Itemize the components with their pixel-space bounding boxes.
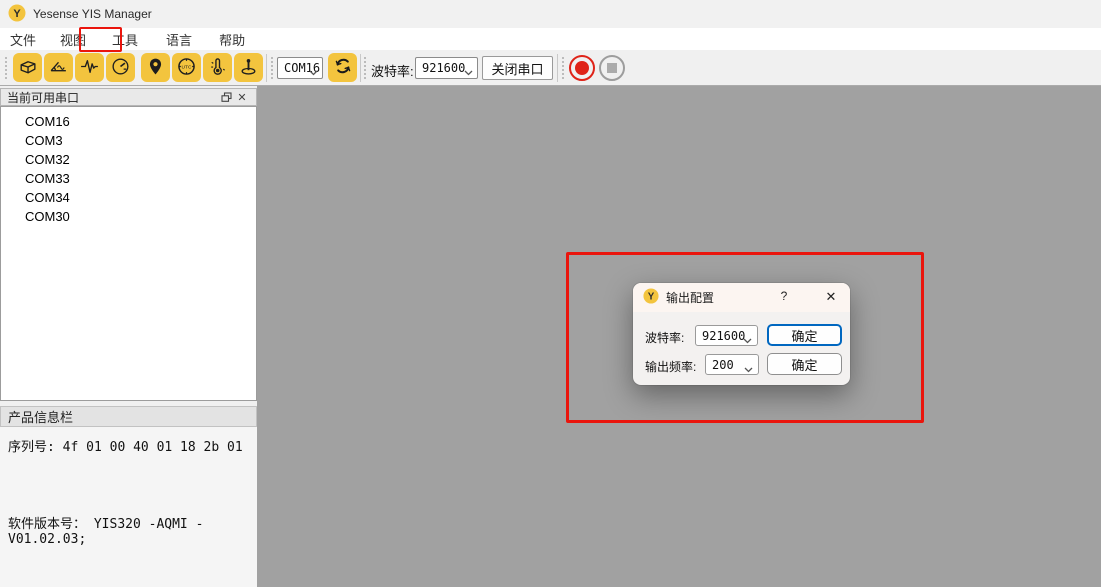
dialog-baud-select[interactable]: 921600 [695,325,758,346]
dialog-freq-select[interactable]: 200 [705,354,759,375]
workspace: 当前可用串口 ✕ COM16 COM3 COM32 COM33 COM34 CO… [0,86,1101,587]
menu-help[interactable]: 帮助 [211,28,253,51]
window-titlebar: Y Yesense YIS Manager [0,0,1101,28]
cube-icon [17,56,38,80]
close-serial-port-button[interactable]: 关闭串口 [482,56,553,80]
stop-icon [607,63,617,73]
serial-number-line: 序列号: 4f 01 00 40 01 18 2b 01 [8,436,243,455]
dock-header: 当前可用串口 ✕ [0,88,257,106]
thermometer-icon [207,56,228,80]
output-config-dialog: Y 输出配置 ? ✕ 波特率: 921600 确定 输出频率: 200 确定 [633,283,850,385]
dialog-freq-ok-button[interactable]: 确定 [767,353,842,375]
port-list-item[interactable]: COM34 [1,188,256,207]
utc-time-button[interactable]: UTC [172,53,201,82]
menu-language[interactable]: 语言 [158,28,200,51]
serial-number-value: 4f 01 00 40 01 18 2b 01 [63,440,243,455]
refresh-icon [333,56,353,79]
dialog-freq-ok-label: 确定 [791,355,817,374]
port-list-item[interactable]: COM30 [1,207,256,226]
dock-close-button[interactable]: ✕ [234,90,250,104]
dialog-titlebar: Y 输出配置 [633,283,850,312]
chevron-down-icon [309,65,318,79]
joystick-icon [238,56,259,80]
menu-tools[interactable]: 工具 [104,28,146,51]
record-button[interactable] [569,55,595,81]
product-info-title: 产品信息栏 [8,407,73,426]
chevron-down-icon [464,65,473,79]
app-logo-icon: Y [8,4,26,25]
angle-wave-icon [48,56,69,80]
chevron-down-icon [744,362,753,376]
toolbar-separator [266,54,267,82]
location-button[interactable] [141,53,170,82]
dialog-close-button[interactable]: ✕ [822,288,840,306]
toolbar-separator [360,54,361,82]
menubar: 文件 视图 工具 语言 帮助 [0,28,1101,50]
dialog-help-button[interactable]: ? [776,289,792,305]
product-info-header: 产品信息栏 [0,406,257,427]
location-pin-icon [145,56,166,80]
available-ports-list[interactable]: COM16 COM3 COM32 COM33 COM34 COM30 [0,106,257,401]
dialog-freq-value: 200 [712,358,734,372]
toolbar-grip[interactable] [363,56,367,80]
temperature-button[interactable] [203,53,232,82]
product-info-body: 序列号: 4f 01 00 40 01 18 2b 01 软件版本号： YIS3… [0,427,257,587]
serial-number-label: 序列号: [8,440,55,455]
toolbar-grip[interactable] [270,56,274,80]
waveform-icon [79,56,100,80]
dock-title: 当前可用串口 [7,89,79,106]
utc-clock-icon: UTC [176,56,197,80]
dialog-baud-ok-label: 确定 [791,326,817,345]
menu-view[interactable]: 视图 [52,28,94,51]
toolbar-grip[interactable] [561,56,565,80]
port-list-item[interactable]: COM3 [1,131,256,150]
chevron-down-icon [743,333,752,347]
dialog-baud-label: 波特率: [645,329,684,346]
toolbar-grip[interactable] [4,56,8,80]
baud-rate-select[interactable]: 921600 [415,57,478,79]
waveform-button[interactable] [75,53,104,82]
port-list-item[interactable]: COM32 [1,150,256,169]
port-select[interactable]: COM16 [277,57,323,79]
dialog-freq-label: 输出频率: [645,358,696,375]
menu-file[interactable]: 文件 [2,28,44,51]
firmware-version-line: 软件版本号： YIS320 -AQMI -V01.02.03; [8,513,257,547]
gauge-icon [110,56,131,80]
serial-port-dock: 当前可用串口 ✕ COM16 COM3 COM32 COM33 COM34 CO… [0,86,257,587]
stop-button[interactable] [599,55,625,81]
record-icon [575,61,589,75]
baud-rate-value: 921600 [422,61,465,75]
dialog-logo-icon: Y [643,288,659,307]
toolbar: UTC COM16 [0,50,1101,86]
svg-text:Y: Y [648,292,655,303]
close-serial-port-label: 关闭串口 [491,59,543,78]
attitude-angle-button[interactable] [44,53,73,82]
magnetic-probe-button[interactable] [234,53,263,82]
dialog-title: 输出配置 [666,289,714,306]
baud-rate-label: 波特率: [371,61,414,80]
window-title: Yesense YIS Manager [33,7,152,21]
dialog-baud-value: 921600 [702,329,745,343]
svg-text:UTC: UTC [182,64,192,70]
svg-text:Y: Y [13,8,21,20]
firmware-version-label: 软件版本号： [8,517,86,532]
dock-float-button[interactable] [218,90,234,104]
port-list-item[interactable]: COM16 [1,112,256,131]
toolbar-separator [557,54,558,82]
port-list-item[interactable]: COM33 [1,169,256,188]
dialog-baud-ok-button[interactable]: 确定 [767,324,842,346]
gauge-button[interactable] [106,53,135,82]
cube-3d-view-button[interactable] [13,53,42,82]
refresh-ports-button[interactable] [328,53,357,82]
